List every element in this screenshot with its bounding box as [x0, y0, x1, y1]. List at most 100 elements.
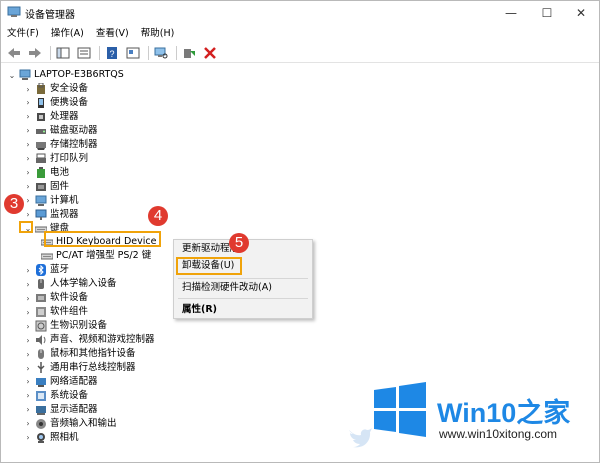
category-row[interactable]: › 便携设备: [23, 96, 88, 110]
biometric-icon: [35, 320, 47, 332]
category-row[interactable]: › 磁盘驱动器: [23, 124, 97, 138]
chevron-down-icon[interactable]: ⌄: [7, 69, 17, 81]
audio-icon: [36, 418, 46, 429]
properties-view-icon[interactable]: [75, 45, 93, 61]
chevron-right-icon[interactable]: ›: [23, 83, 33, 95]
sound-icon: [36, 335, 46, 346]
category-row[interactable]: › 声音、视频和游戏控制器: [23, 333, 155, 347]
category-row[interactable]: › 软件设备: [23, 291, 88, 305]
chevron-right-icon[interactable]: ›: [23, 390, 33, 402]
category-row[interactable]: › 音频输入和输出: [23, 417, 117, 431]
toolbar-separator: [176, 45, 177, 60]
category-row[interactable]: › 系统设备: [23, 389, 88, 403]
category-label: 处理器: [50, 110, 79, 122]
category-row[interactable]: › 显示适配器: [23, 403, 98, 417]
category-label: 固件: [50, 180, 70, 192]
chevron-right-icon[interactable]: ›: [23, 181, 33, 193]
chevron-right-icon[interactable]: ›: [23, 111, 33, 123]
close-button[interactable]: ✕: [563, 1, 599, 25]
toolbar: ?: [1, 43, 599, 63]
chevron-right-icon[interactable]: ›: [23, 320, 33, 332]
software-device-icon: [36, 294, 46, 303]
device-row[interactable]: PC/AT 增强型 PS/2 键: [39, 249, 151, 263]
security-icon: [37, 83, 45, 94]
chevron-right-icon[interactable]: ›: [23, 348, 33, 360]
category-label: 通用串行总线控制器: [50, 362, 136, 373]
category-row[interactable]: › 打印队列: [23, 152, 88, 166]
category-row[interactable]: › 照相机: [23, 431, 79, 445]
chevron-right-icon[interactable]: ›: [23, 292, 33, 304]
chevron-right-icon[interactable]: ›: [23, 334, 33, 346]
menu-help[interactable]: 帮助(H): [135, 25, 181, 43]
category-row[interactable]: › 生物识别设备: [23, 319, 107, 333]
properties-icon[interactable]: [124, 45, 142, 61]
menu-action[interactable]: 操作(A): [45, 25, 90, 43]
computer-icon: [35, 195, 47, 206]
scan-hardware-icon[interactable]: [152, 45, 170, 61]
menu-file[interactable]: 文件(F): [1, 25, 45, 43]
context-separator: [178, 278, 308, 279]
category-row[interactable]: › 存储控制器: [23, 138, 98, 152]
chevron-right-icon[interactable]: ›: [23, 195, 33, 207]
category-row[interactable]: › 人体学输入设备: [23, 277, 117, 291]
svg-text:?: ?: [109, 49, 114, 59]
category-label: 便携设备: [50, 96, 89, 108]
category-label: 软件组件: [50, 306, 89, 318]
watermark-brand: Win10之家: [437, 391, 570, 430]
category-row[interactable]: › 软件组件: [23, 305, 88, 319]
device-manager-window: 设备管理器 — ☐ ✕ 文件(F) 操作(A) 查看(V) 帮助(H) ? ⌄ …: [0, 0, 600, 463]
category-row[interactable]: › 安全设备: [23, 82, 88, 96]
chevron-right-icon[interactable]: ›: [23, 418, 33, 430]
back-icon[interactable]: [5, 45, 23, 61]
category-row[interactable]: › 电池: [23, 166, 69, 180]
chevron-right-icon[interactable]: ›: [23, 432, 33, 444]
category-row[interactable]: › 固件: [23, 180, 69, 194]
chevron-right-icon[interactable]: ›: [23, 153, 33, 165]
category-label: 人体学输入设备: [50, 278, 117, 290]
category-row[interactable]: › 计算机: [23, 194, 79, 208]
maximize-button[interactable]: ☐: [529, 1, 565, 25]
category-row[interactable]: › 蓝牙: [23, 263, 69, 277]
camera-icon: [37, 432, 45, 443]
help-icon[interactable]: ?: [103, 45, 121, 61]
software-component-icon: [36, 307, 46, 318]
category-label: 音频输入和输出: [50, 417, 117, 429]
category-label: 声音、视频和游戏控制器: [50, 334, 155, 346]
update-driver-icon[interactable]: [180, 45, 198, 61]
chevron-right-icon[interactable]: ›: [23, 306, 33, 318]
chevron-right-icon[interactable]: ›: [23, 167, 33, 179]
category-row[interactable]: › 监视器: [23, 208, 79, 222]
tree-root[interactable]: ⌄ LAPTOP-E3B6RTQS: [7, 68, 124, 82]
chevron-right-icon[interactable]: ›: [23, 264, 33, 276]
chevron-right-icon[interactable]: ›: [23, 362, 33, 374]
chevron-right-icon[interactable]: ›: [23, 139, 33, 151]
chevron-right-icon[interactable]: ›: [23, 404, 33, 416]
forward-icon[interactable]: [26, 45, 44, 61]
category-row[interactable]: › 通用串行总线控制器: [23, 361, 136, 375]
context-scan-hardware[interactable]: 扫描检测硬件改动(A): [182, 282, 272, 294]
context-uninstall-device[interactable]: 卸载设备(U): [182, 260, 234, 272]
device-label: PC/AT 增强型 PS/2 键: [56, 250, 152, 262]
category-row[interactable]: › 网络适配器: [23, 375, 98, 389]
firmware-icon: [36, 182, 46, 191]
chevron-right-icon[interactable]: ›: [23, 278, 33, 290]
device-manager-icon: [7, 6, 21, 17]
chevron-right-icon[interactable]: ›: [23, 97, 33, 109]
menu-view[interactable]: 查看(V): [90, 25, 135, 43]
show-hide-console-tree-icon[interactable]: [54, 45, 72, 61]
selected-device-highlight: [44, 231, 161, 247]
uninstall-icon[interactable]: [201, 45, 219, 61]
category-label: 鼠标和其他指针设备: [50, 348, 136, 360]
chevron-right-icon[interactable]: ›: [23, 376, 33, 388]
minimize-button[interactable]: —: [493, 1, 529, 25]
chevron-right-icon[interactable]: ›: [23, 125, 33, 137]
watermark-suffix: 之家: [516, 398, 571, 428]
chevron-right-icon[interactable]: ›: [23, 209, 33, 221]
category-row[interactable]: › 鼠标和其他指针设备: [23, 347, 136, 361]
context-properties[interactable]: 属性(R): [182, 304, 217, 316]
step-3-badge: 3: [4, 194, 24, 214]
category-label: 网络适配器: [50, 375, 98, 387]
category-row[interactable]: › 处理器: [23, 110, 79, 124]
tree-root-label: LAPTOP-E3B6RTQS: [34, 69, 124, 80]
category-label: 蓝牙: [50, 264, 70, 276]
